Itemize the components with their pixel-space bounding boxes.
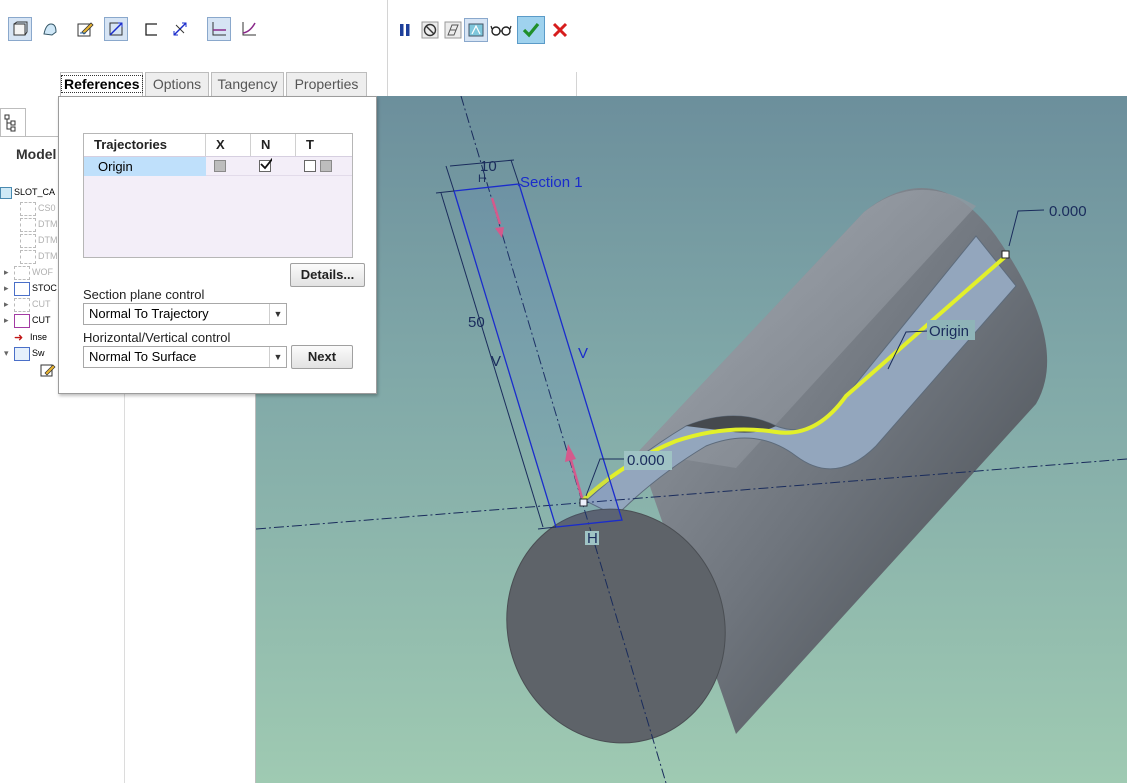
trajectories-table: Trajectories X N T Origin (83, 133, 353, 258)
trajectory-name[interactable]: Origin (84, 157, 206, 176)
section-sketch[interactable] (453, 183, 623, 528)
tab-properties[interactable]: Properties (286, 72, 367, 96)
column-header-n[interactable]: N (251, 134, 296, 156)
references-panel: Trajectories X N T Origin Details... Sec… (58, 96, 377, 394)
column-header-x[interactable]: X (206, 134, 251, 156)
glasses-icon[interactable] (489, 18, 513, 42)
tree-item-label: DTM (38, 251, 58, 261)
t-checkbox-secondary[interactable] (320, 160, 332, 172)
chevron-down-icon: ▼ (269, 304, 286, 324)
hv-control-value: Normal To Surface (89, 349, 197, 364)
pause-icon[interactable] (393, 18, 417, 42)
h-label-bottom: H (587, 530, 598, 547)
dim-height-value[interactable]: 50 (468, 314, 485, 331)
tree-icon (4, 114, 16, 132)
section-plane-value: Normal To Trajectory (89, 306, 209, 321)
tree-item-datum-2[interactable]: DTM (20, 233, 58, 248)
trajectory-end-point[interactable] (1001, 250, 1010, 259)
verify-icon[interactable] (464, 18, 488, 42)
tree-item-label: DTM (38, 219, 58, 229)
table-row[interactable]: Origin (84, 156, 352, 176)
n-checkbox[interactable] (259, 158, 272, 172)
chevron-down-icon: ▼ (269, 347, 286, 367)
dim-leader-top (1008, 209, 1045, 247)
tree-item-label: DTM (38, 235, 58, 245)
dashboard-toolbar: References Options Tangency Properties (0, 0, 1127, 97)
dim-value-bottom[interactable]: 0.000 (627, 452, 665, 469)
trajectory-label[interactable]: Origin (929, 323, 969, 340)
constant-section-icon[interactable] (207, 17, 231, 41)
tree-item-datum-1[interactable]: DTM (20, 217, 58, 232)
tree-item-cut-2[interactable]: ▸ CUT (4, 313, 51, 328)
tree-item-label: Inse (30, 332, 48, 342)
hv-control-select[interactable]: Normal To Surface ▼ (83, 346, 287, 368)
graphics-viewport[interactable]: Section 1 10 50 0.000 0.000 Origin V V H… (256, 96, 1127, 783)
tree-item-root[interactable]: SLOT_CA (0, 185, 55, 200)
tree-item-csys[interactable]: CS0 (20, 201, 56, 216)
tab-tangency[interactable]: Tangency (211, 72, 284, 96)
next-button[interactable]: Next (291, 345, 353, 369)
variable-section-icon[interactable] (237, 17, 261, 41)
v-label-right: V (578, 345, 588, 362)
tree-item-sweep[interactable]: ▾ Sw (4, 346, 45, 361)
tree-item-insert-here[interactable]: ➜ Inse (14, 330, 47, 345)
tab-label: References (61, 75, 143, 93)
preview-icon[interactable] (441, 18, 465, 42)
cancel-icon[interactable] (548, 18, 572, 42)
tree-item-label: STOC (32, 283, 57, 293)
surface-icon[interactable] (38, 17, 62, 41)
x-checkbox[interactable] (214, 160, 226, 172)
tree-item-label: WOF (32, 267, 53, 277)
tree-item-label: CS0 (38, 203, 56, 213)
solid-icon[interactable] (8, 17, 32, 41)
tree-item-datum-3[interactable]: DTM (20, 249, 58, 264)
details-button[interactable]: Details... (290, 263, 365, 287)
section-label: Section 1 (520, 174, 583, 191)
sketch-icon[interactable] (73, 17, 97, 41)
model-tab-label[interactable]: Model (16, 146, 56, 162)
section-orient-icon[interactable] (104, 17, 128, 41)
checkmark-icon (260, 158, 272, 170)
tree-item-workpiece[interactable]: ▸ WOF (4, 265, 53, 280)
open-section-icon[interactable] (139, 17, 163, 41)
section-plane-label: Section plane control (83, 287, 205, 302)
no-preview-icon[interactable] (418, 18, 442, 42)
ok-icon[interactable] (517, 16, 545, 44)
column-header-t[interactable]: T (296, 134, 352, 156)
section-plane-select[interactable]: Normal To Trajectory ▼ (83, 303, 287, 325)
h-label-top: H (478, 173, 486, 185)
model-graphics[interactable]: Section 1 10 50 0.000 0.000 Origin V V H… (256, 96, 1127, 783)
t-checkbox[interactable] (304, 160, 316, 172)
tree-item-stock[interactable]: ▸ STOC (4, 281, 57, 296)
tab-options[interactable]: Options (145, 72, 209, 96)
model-tree-tab[interactable] (0, 108, 26, 137)
tab-references[interactable]: References (60, 72, 143, 97)
tree-item-cut-1[interactable]: ▸ CUT (4, 297, 51, 312)
tree-item-label: SLOT_CA (14, 187, 56, 197)
dim-value-top[interactable]: 0.000 (1049, 203, 1087, 220)
tree-item-label: Sw (32, 348, 45, 358)
flip-icon[interactable] (168, 17, 192, 41)
tree-item-label: CUT (32, 299, 51, 309)
sketch-icon[interactable] (40, 362, 56, 381)
hv-control-label: Horizontal/Vertical control (83, 330, 231, 345)
tree-item-label: CUT (32, 315, 51, 325)
v-label-left: V (491, 353, 501, 370)
column-header-trajectories[interactable]: Trajectories (84, 134, 206, 156)
